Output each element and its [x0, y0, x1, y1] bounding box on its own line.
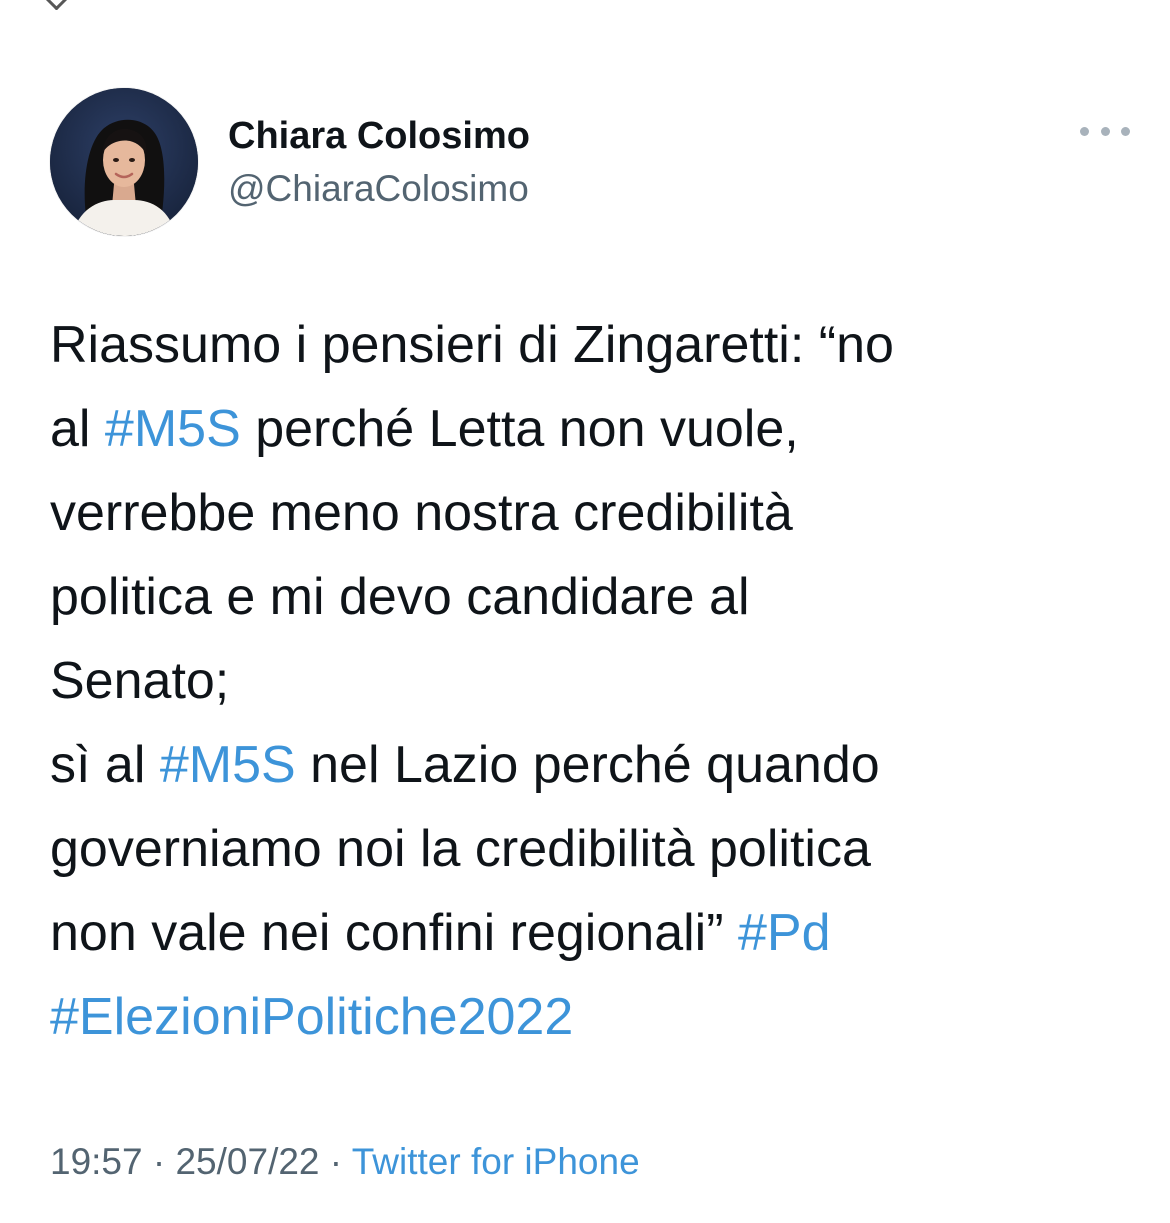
- tweet-text-line: politica e mi devo candidare al: [50, 555, 1130, 639]
- dot: [1121, 126, 1130, 136]
- display-name[interactable]: Chiara Colosimo: [228, 112, 530, 160]
- tweet-text-segment: al: [50, 400, 105, 458]
- hashtag-link[interactable]: #M5S: [105, 400, 241, 458]
- dot: [1080, 126, 1089, 136]
- tweet-text-line: #ElezioniPolitiche2022: [50, 975, 1130, 1059]
- tweet-text-segment: Senato;: [50, 652, 230, 710]
- tweet-text-line: non vale nei confini regionali” #Pd: [50, 891, 1130, 975]
- tweet-text-line: Senato;: [50, 639, 1130, 723]
- tweet-text-line: al #M5S perché Letta non vuole,: [50, 387, 1130, 471]
- hashtag-link[interactable]: #Pd: [738, 904, 831, 962]
- tweet-text-segment: sì al: [50, 736, 160, 794]
- chevron-icon: [44, 0, 69, 10]
- tweet-text-segment: governiamo noi la credibilità politica: [50, 820, 871, 878]
- tweet-text-segment: Riassumo i pensieri di Zingaretti: “no: [50, 316, 894, 374]
- tweet-text-segment: verrebbe meno nostra credibilità: [50, 484, 793, 542]
- tweet-date[interactable]: 25/07/22: [175, 1141, 319, 1182]
- more-options-icon[interactable]: [1080, 120, 1130, 142]
- meta-separator: ·: [319, 1141, 352, 1182]
- tweet-text-segment: perché Letta non vuole,: [240, 400, 799, 458]
- tweet-text-line: governiamo noi la credibilità politica: [50, 807, 1130, 891]
- avatar[interactable]: [50, 88, 198, 236]
- tweet-text-segment: politica e mi devo candidare al: [50, 568, 750, 626]
- tweet-text-line: verrebbe meno nostra credibilità: [50, 471, 1130, 555]
- fragment-dots: [580, 0, 660, 2]
- tweet-text: Riassumo i pensieri di Zingaretti: “no al…: [50, 303, 1130, 1059]
- hashtag-link[interactable]: #M5S: [160, 736, 296, 794]
- tweet-text-line: Riassumo i pensieri di Zingaretti: “no: [50, 303, 1130, 387]
- tweet-source-link[interactable]: Twitter for iPhone: [352, 1141, 640, 1182]
- tweet-text-line: sì al #M5S nel Lazio perché quando: [50, 723, 1130, 807]
- meta-separator: ·: [142, 1141, 176, 1182]
- profile-photo-icon: [50, 88, 198, 236]
- dot: [1100, 126, 1110, 136]
- tweet-text-segment: non vale nei confini regionali”: [50, 904, 738, 962]
- tweet-time[interactable]: 19:57: [50, 1141, 143, 1182]
- tweet-header: Chiara Colosimo @ChiaraColosimo: [50, 88, 1130, 238]
- author-names: Chiara Colosimo @ChiaraColosimo: [228, 112, 530, 214]
- tweet-text-segment: nel Lazio perché quando: [295, 736, 880, 794]
- previous-content-fragment: [0, 0, 1170, 10]
- user-handle[interactable]: @ChiaraColosimo: [228, 164, 530, 214]
- hashtag-link[interactable]: #ElezioniPolitiche2022: [50, 988, 573, 1046]
- tweet-meta: 19:57 · 25/07/22 · Twitter for iPhone: [50, 1137, 640, 1187]
